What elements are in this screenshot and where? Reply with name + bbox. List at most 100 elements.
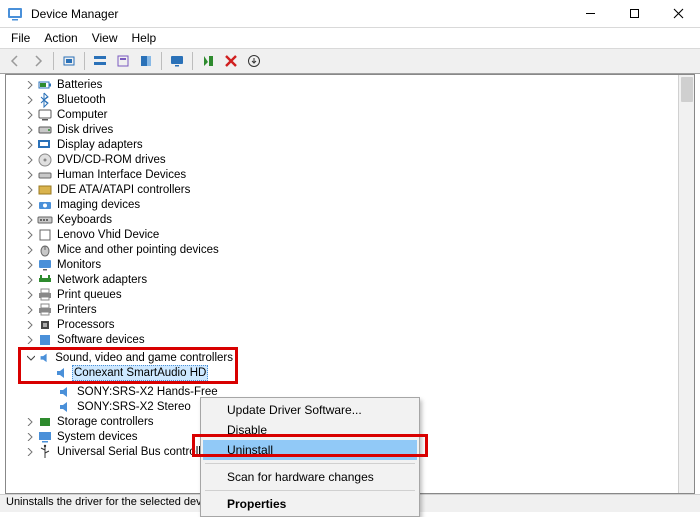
toolbar xyxy=(0,48,700,74)
menu-file[interactable]: File xyxy=(4,30,37,46)
action1-button[interactable] xyxy=(89,50,111,72)
mouse-icon xyxy=(37,242,53,258)
titlebar: Device Manager xyxy=(0,0,700,28)
ctx-scan[interactable]: Scan for hardware changes xyxy=(203,467,417,487)
toolbar-separator xyxy=(53,52,54,70)
chevron-right-icon[interactable] xyxy=(24,334,36,346)
enable-button[interactable] xyxy=(197,50,219,72)
tree-item-conexant[interactable]: Conexant SmartAudio HD xyxy=(39,365,235,380)
chevron-right-icon[interactable] xyxy=(24,214,36,226)
window-title: Device Manager xyxy=(31,7,118,21)
tree-item-sound-controllers[interactable]: Sound, video and game controllers xyxy=(21,350,235,365)
forward-button[interactable] xyxy=(27,50,49,72)
bluetooth-icon xyxy=(37,92,53,108)
help-button[interactable] xyxy=(135,50,157,72)
storage-icon xyxy=(37,414,53,430)
tree-item-monitors[interactable]: Monitors xyxy=(8,257,694,272)
chevron-right-icon[interactable] xyxy=(24,416,36,428)
tree-item-print-queues[interactable]: Print queues xyxy=(8,287,694,302)
tree-item-printers[interactable]: Printers xyxy=(8,302,694,317)
tree-item-display-adapters[interactable]: Display adapters xyxy=(8,137,694,152)
minimize-button[interactable] xyxy=(568,0,612,28)
computer-icon xyxy=(37,107,53,123)
system-icon xyxy=(37,429,53,445)
tree-item-imaging[interactable]: Imaging devices xyxy=(8,197,694,212)
tree-item-computer[interactable]: Computer xyxy=(8,107,694,122)
ctx-properties[interactable]: Properties xyxy=(203,494,417,514)
chevron-right-icon[interactable] xyxy=(24,446,36,458)
menu-separator xyxy=(205,490,415,491)
close-button[interactable] xyxy=(656,0,700,28)
chevron-right-icon[interactable] xyxy=(24,139,36,151)
tree-item-mice[interactable]: Mice and other pointing devices xyxy=(8,242,694,257)
chevron-right-icon[interactable] xyxy=(24,244,36,256)
chevron-right-icon[interactable] xyxy=(24,259,36,271)
tree-item-lenovo-vhid[interactable]: Lenovo Vhid Device xyxy=(8,227,694,242)
cpu-icon xyxy=(37,317,53,333)
update-button[interactable] xyxy=(243,50,265,72)
dvd-icon xyxy=(37,152,53,168)
ctx-disable[interactable]: Disable xyxy=(203,420,417,440)
toolbar-separator xyxy=(192,52,193,70)
display-adapter-icon xyxy=(37,137,53,153)
vertical-scrollbar[interactable] xyxy=(678,75,694,493)
uninstall-button[interactable] xyxy=(220,50,242,72)
chevron-right-icon[interactable] xyxy=(24,169,36,181)
maximize-button[interactable] xyxy=(612,0,656,28)
chevron-right-icon[interactable] xyxy=(24,229,36,241)
network-icon xyxy=(37,272,53,288)
chevron-right-icon[interactable] xyxy=(24,154,36,166)
monitor-button[interactable] xyxy=(166,50,188,72)
ctx-uninstall[interactable]: Uninstall xyxy=(203,440,417,460)
context-menu: Update Driver Software... Disable Uninst… xyxy=(200,397,420,517)
chevron-right-icon[interactable] xyxy=(24,124,36,136)
status-text: Uninstalls the driver for the selected d… xyxy=(6,496,219,508)
chevron-right-icon[interactable] xyxy=(24,304,36,316)
chevron-right-icon[interactable] xyxy=(24,184,36,196)
menu-action[interactable]: Action xyxy=(37,30,84,46)
toolbar-separator xyxy=(84,52,85,70)
back-button[interactable] xyxy=(4,50,26,72)
tree-item-bluetooth[interactable]: Bluetooth xyxy=(8,92,694,107)
ide-icon xyxy=(37,182,53,198)
hid-icon xyxy=(37,167,53,183)
menu-view[interactable]: View xyxy=(85,30,125,46)
menu-help[interactable]: Help xyxy=(125,30,164,46)
chevron-right-icon[interactable] xyxy=(24,79,36,91)
disk-icon xyxy=(37,122,53,138)
tree-item-software-devices[interactable]: Software devices xyxy=(8,332,694,347)
chevron-down-icon[interactable] xyxy=(26,352,36,364)
tree-item-network[interactable]: Network adapters xyxy=(8,272,694,287)
tree-item-hid[interactable]: Human Interface Devices xyxy=(8,167,694,182)
ctx-update-driver[interactable]: Update Driver Software... xyxy=(203,400,417,420)
properties-button[interactable] xyxy=(112,50,134,72)
monitor-icon xyxy=(37,257,53,273)
tree-item-processors[interactable]: Processors xyxy=(8,317,694,332)
tree-item-dvd-drives[interactable]: DVD/CD-ROM drives xyxy=(8,152,694,167)
app-icon xyxy=(7,6,23,22)
tree-item-batteries[interactable]: Batteries xyxy=(8,77,694,92)
camera-icon xyxy=(37,197,53,213)
tree-item-disk-drives[interactable]: Disk drives xyxy=(8,122,694,137)
printer-icon xyxy=(37,302,53,318)
chevron-right-icon[interactable] xyxy=(24,431,36,443)
tree-item-ide[interactable]: IDE ATA/ATAPI controllers xyxy=(8,182,694,197)
device-icon xyxy=(37,227,53,243)
chevron-right-icon[interactable] xyxy=(24,289,36,301)
software-icon xyxy=(37,332,53,348)
show-hidden-button[interactable] xyxy=(58,50,80,72)
usb-icon xyxy=(37,444,53,460)
audio-icon xyxy=(57,399,73,415)
audio-icon xyxy=(38,350,52,366)
battery-icon xyxy=(37,77,53,93)
printer-icon xyxy=(37,287,53,303)
audio-icon xyxy=(57,384,73,400)
audio-icon xyxy=(54,365,70,381)
tree-item-keyboards[interactable]: Keyboards xyxy=(8,212,694,227)
chevron-right-icon[interactable] xyxy=(24,274,36,286)
chevron-right-icon[interactable] xyxy=(24,109,36,121)
chevron-right-icon[interactable] xyxy=(24,199,36,211)
chevron-right-icon[interactable] xyxy=(24,319,36,331)
menubar: File Action View Help xyxy=(0,28,700,48)
chevron-right-icon[interactable] xyxy=(24,94,36,106)
